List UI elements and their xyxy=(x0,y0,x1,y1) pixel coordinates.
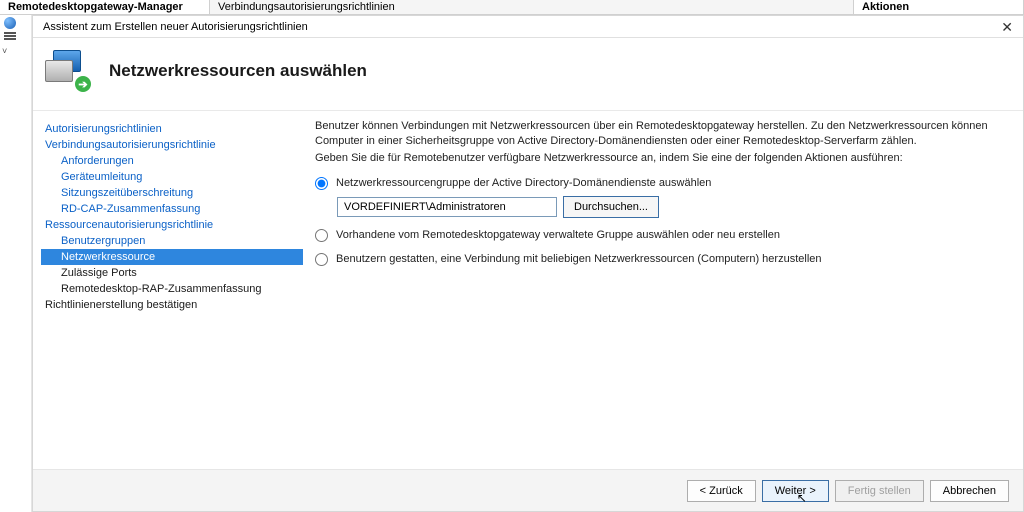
nav-rap-summary[interactable]: Remotedesktop-RAP-Zusammenfassung xyxy=(41,281,303,297)
nav-cap-summary[interactable]: RD-CAP-Zusammenfassung xyxy=(41,201,303,217)
globe-icon[interactable] xyxy=(4,17,16,29)
wizard-title-text: Assistent zum Erstellen neuer Autorisier… xyxy=(43,16,308,38)
nav-confirm[interactable]: Richtlinienerstellung bestätigen xyxy=(41,297,303,313)
browse-button[interactable]: Durchsuchen... xyxy=(563,196,659,218)
nav-auth-policies[interactable]: Autorisierungsrichtlinien xyxy=(41,121,303,137)
nav-cap-requirements[interactable]: Anforderungen xyxy=(41,153,303,169)
radio-ad-group[interactable] xyxy=(315,177,328,190)
back-button[interactable]: < Zurück xyxy=(687,480,756,502)
topbar-manager[interactable]: Remotedesktopgateway-Manager xyxy=(0,0,210,14)
radio-managed-group[interactable] xyxy=(315,229,328,242)
app-menubar: Remotedesktopgateway-Manager Verbindungs… xyxy=(0,0,1024,15)
next-button-label: Weiter > xyxy=(775,485,816,497)
tree-toggle-icon[interactable]: ˅ xyxy=(2,47,27,55)
radio-allow-any[interactable] xyxy=(315,253,328,266)
wizard-heading: Netzwerkressourcen auswählen xyxy=(109,61,367,81)
next-button[interactable]: Weiter > ↖ xyxy=(762,480,829,502)
close-icon[interactable]: ✕ xyxy=(1001,16,1013,38)
topbar-policies[interactable]: Verbindungsautorisierungsrichtlinien xyxy=(210,0,854,14)
wizard-window: Assistent zum Erstellen neuer Autorisier… xyxy=(32,15,1024,512)
wizard-titlebar: Assistent zum Erstellen neuer Autorisier… xyxy=(33,16,1023,38)
nav-cap-timeout[interactable]: Sitzungszeitüberschreitung xyxy=(41,185,303,201)
arrow-icon: ➔ xyxy=(75,76,91,92)
wizard-content: Benutzer können Verbindungen mit Netzwer… xyxy=(313,111,1023,469)
wizard-header-icon: ➔ xyxy=(45,50,91,92)
nav-rap-users[interactable]: Benutzergruppen xyxy=(41,233,303,249)
intro-text-2: Geben Sie die für Remotebenutzer verfügb… xyxy=(315,151,1003,166)
tree-node-icon[interactable] xyxy=(4,32,16,44)
nav-rap-network[interactable]: Netzwerkressource xyxy=(41,249,303,265)
finish-button: Fertig stellen xyxy=(835,480,924,502)
intro-text-1: Benutzer können Verbindungen mit Netzwer… xyxy=(315,119,1003,149)
nav-cap-device[interactable]: Geräteumleitung xyxy=(41,169,303,185)
radio-managed-group-label: Vorhandene vom Remotedesktopgateway verw… xyxy=(336,228,780,242)
tree-panel: ˅ xyxy=(0,15,32,512)
wizard-footer: < Zurück Weiter > ↖ Fertig stellen Abbre… xyxy=(33,469,1023,511)
cancel-button[interactable]: Abbrechen xyxy=(930,480,1009,502)
nav-rap[interactable]: Ressourcenautorisierungsrichtlinie xyxy=(41,217,303,233)
group-name-field[interactable] xyxy=(337,197,557,217)
nav-rap-ports[interactable]: Zulässige Ports xyxy=(41,265,303,281)
wizard-header: ➔ Netzwerkressourcen auswählen xyxy=(33,38,1023,111)
wizard-nav: Autorisierungsrichtlinien Verbindungsaut… xyxy=(33,111,313,469)
radio-allow-any-label: Benutzern gestatten, eine Verbindung mit… xyxy=(336,252,822,266)
topbar-actions[interactable]: Aktionen xyxy=(854,0,1024,14)
nav-cap[interactable]: Verbindungsautorisierungsrichtlinie xyxy=(41,137,303,153)
radio-ad-group-label: Netzwerkressourcengruppe der Active Dire… xyxy=(336,176,711,190)
